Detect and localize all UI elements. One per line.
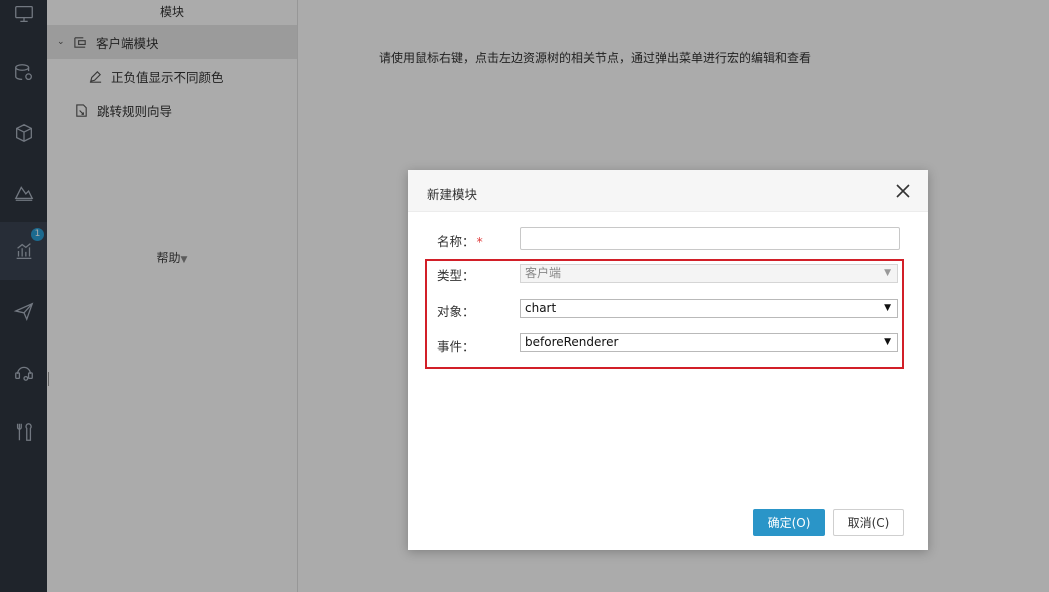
event-select-value: beforeRenderer [525, 335, 619, 349]
event-select[interactable]: beforeRenderer ▼ [520, 333, 898, 352]
dialog-title: 新建模块 [427, 187, 478, 202]
name-input[interactable] [520, 227, 900, 250]
name-label: 名称： * [437, 234, 483, 249]
dropdown-arrow-icon: ▼ [884, 303, 891, 313]
event-label: 事件： [437, 339, 475, 354]
type-label: 类型： [437, 268, 475, 283]
dropdown-arrow-icon: ▼ [884, 337, 891, 347]
new-module-dialog: 新建模块 名称： * 类型： 客户端 ▼ 对象： chart ▼ 事件： befo… [408, 170, 928, 550]
close-button[interactable] [894, 182, 912, 200]
object-select-value: chart [525, 301, 557, 315]
object-label: 对象： [437, 304, 475, 319]
type-select: 客户端 ▼ [520, 264, 898, 283]
cancel-button[interactable]: 取消(C) [833, 509, 904, 536]
close-icon [896, 184, 910, 198]
object-select[interactable]: chart ▼ [520, 299, 898, 318]
type-select-value: 客户端 [525, 266, 562, 280]
dialog-header: 新建模块 [408, 170, 928, 212]
required-mark: * [476, 234, 483, 249]
confirm-button[interactable]: 确定(O) [753, 509, 825, 536]
dropdown-arrow-icon: ▼ [884, 268, 891, 278]
